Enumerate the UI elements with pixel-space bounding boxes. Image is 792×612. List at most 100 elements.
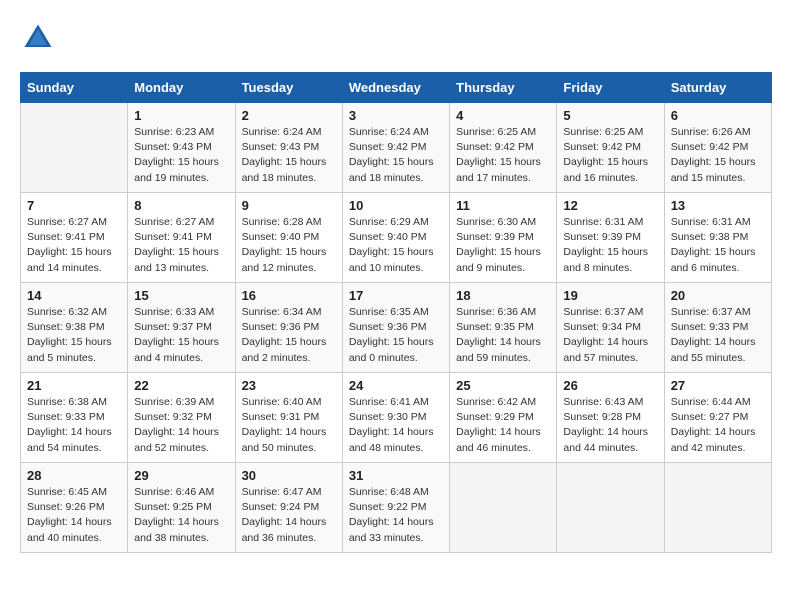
day-cell: 27Sunrise: 6:44 AM Sunset: 9:27 PM Dayli… <box>664 373 771 463</box>
day-cell: 28 Sunrise: 6:45 AM Sunset: 9:26 PM Dayli… <box>21 463 128 553</box>
day-cell <box>21 103 128 193</box>
day-info: Sunrise: 6:45 AM Sunset: 9:26 PM Dayligh… <box>27 485 121 546</box>
header-cell-friday: Friday <box>557 73 664 103</box>
day-info: Sunrise: 6:29 AM Sunset: 9:40 PM Dayligh… <box>349 215 443 276</box>
day-cell: 14 Sunrise: 6:32 AM Sunset: 9:38 PM Dayli… <box>21 283 128 373</box>
day-info: Sunrise: 6:40 AM Sunset: 9:31 PM Dayligh… <box>242 395 336 456</box>
day-info: Sunrise: 6:25 AM Sunset: 9:42 PM Dayligh… <box>563 125 657 186</box>
day-info: Sunrise: 6:42 AM Sunset: 9:29 PM Dayligh… <box>456 395 550 456</box>
header-cell-sunday: Sunday <box>21 73 128 103</box>
day-number: 10 <box>349 198 443 213</box>
day-number: 23 <box>242 378 336 393</box>
day-info: Sunrise: 6:35 AM Sunset: 9:36 PM Dayligh… <box>349 305 443 366</box>
day-number: 7 <box>27 198 121 213</box>
day-info: Sunrise: 6:23 AM Sunset: 9:43 PM Dayligh… <box>134 125 228 186</box>
day-number: 6 <box>671 108 765 123</box>
day-cell: 12Sunrise: 6:31 AM Sunset: 9:39 PM Dayli… <box>557 193 664 283</box>
day-number: 16 <box>242 288 336 303</box>
day-info: Sunrise: 6:41 AM Sunset: 9:30 PM Dayligh… <box>349 395 443 456</box>
day-cell: 30 Sunrise: 6:47 AM Sunset: 9:24 PM Dayli… <box>235 463 342 553</box>
day-info: Sunrise: 6:43 AM Sunset: 9:28 PM Dayligh… <box>563 395 657 456</box>
day-cell: 16 Sunrise: 6:34 AM Sunset: 9:36 PM Dayli… <box>235 283 342 373</box>
day-number: 3 <box>349 108 443 123</box>
day-info: Sunrise: 6:48 AM Sunset: 9:22 PM Dayligh… <box>349 485 443 546</box>
day-cell: 22 Sunrise: 6:39 AM Sunset: 9:32 PM Dayli… <box>128 373 235 463</box>
day-number: 1 <box>134 108 228 123</box>
day-info: Sunrise: 6:25 AM Sunset: 9:42 PM Dayligh… <box>456 125 550 186</box>
header-cell-monday: Monday <box>128 73 235 103</box>
day-number: 21 <box>27 378 121 393</box>
day-cell <box>450 463 557 553</box>
day-cell: 18 Sunrise: 6:36 AM Sunset: 9:35 PM Dayli… <box>450 283 557 373</box>
day-number: 27 <box>671 378 765 393</box>
day-info: Sunrise: 6:24 AM Sunset: 9:43 PM Dayligh… <box>242 125 336 186</box>
day-cell: 29Sunrise: 6:46 AM Sunset: 9:25 PM Dayli… <box>128 463 235 553</box>
day-info: Sunrise: 6:47 AM Sunset: 9:24 PM Dayligh… <box>242 485 336 546</box>
week-row-5: 28 Sunrise: 6:45 AM Sunset: 9:26 PM Dayli… <box>21 463 772 553</box>
calendar-table: SundayMondayTuesdayWednesdayThursdayFrid… <box>20 72 772 553</box>
day-info: Sunrise: 6:27 AM Sunset: 9:41 PM Dayligh… <box>27 215 121 276</box>
day-cell: 7 Sunrise: 6:27 AM Sunset: 9:41 PM Daylig… <box>21 193 128 283</box>
day-number: 22 <box>134 378 228 393</box>
day-info: Sunrise: 6:37 AM Sunset: 9:33 PM Dayligh… <box>671 305 765 366</box>
week-row-3: 14 Sunrise: 6:32 AM Sunset: 9:38 PM Dayli… <box>21 283 772 373</box>
day-number: 12 <box>563 198 657 213</box>
day-number: 28 <box>27 468 121 483</box>
page-header <box>20 20 772 56</box>
day-number: 30 <box>242 468 336 483</box>
day-info: Sunrise: 6:32 AM Sunset: 9:38 PM Dayligh… <box>27 305 121 366</box>
logo <box>20 20 62 56</box>
day-info: Sunrise: 6:26 AM Sunset: 9:42 PM Dayligh… <box>671 125 765 186</box>
day-number: 29 <box>134 468 228 483</box>
day-info: Sunrise: 6:34 AM Sunset: 9:36 PM Dayligh… <box>242 305 336 366</box>
day-number: 11 <box>456 198 550 213</box>
day-cell: 15Sunrise: 6:33 AM Sunset: 9:37 PM Dayli… <box>128 283 235 373</box>
day-cell: 8Sunrise: 6:27 AM Sunset: 9:41 PM Daylig… <box>128 193 235 283</box>
day-number: 14 <box>27 288 121 303</box>
day-cell: 20Sunrise: 6:37 AM Sunset: 9:33 PM Dayli… <box>664 283 771 373</box>
day-number: 5 <box>563 108 657 123</box>
day-info: Sunrise: 6:37 AM Sunset: 9:34 PM Dayligh… <box>563 305 657 366</box>
day-number: 24 <box>349 378 443 393</box>
day-number: 15 <box>134 288 228 303</box>
day-cell: 23 Sunrise: 6:40 AM Sunset: 9:31 PM Dayli… <box>235 373 342 463</box>
day-cell: 2 Sunrise: 6:24 AM Sunset: 9:43 PM Daylig… <box>235 103 342 193</box>
day-cell: 25 Sunrise: 6:42 AM Sunset: 9:29 PM Dayli… <box>450 373 557 463</box>
day-number: 13 <box>671 198 765 213</box>
day-info: Sunrise: 6:39 AM Sunset: 9:32 PM Dayligh… <box>134 395 228 456</box>
day-cell <box>664 463 771 553</box>
day-cell: 11 Sunrise: 6:30 AM Sunset: 9:39 PM Dayli… <box>450 193 557 283</box>
day-cell: 31 Sunrise: 6:48 AM Sunset: 9:22 PM Dayli… <box>342 463 449 553</box>
day-cell: 4Sunrise: 6:25 AM Sunset: 9:42 PM Daylig… <box>450 103 557 193</box>
header-cell-tuesday: Tuesday <box>235 73 342 103</box>
day-cell <box>557 463 664 553</box>
day-number: 9 <box>242 198 336 213</box>
day-number: 18 <box>456 288 550 303</box>
day-cell: 10 Sunrise: 6:29 AM Sunset: 9:40 PM Dayli… <box>342 193 449 283</box>
week-row-1: 1 Sunrise: 6:23 AM Sunset: 9:43 PM Daylig… <box>21 103 772 193</box>
day-cell: 1 Sunrise: 6:23 AM Sunset: 9:43 PM Daylig… <box>128 103 235 193</box>
day-cell: 26 Sunrise: 6:43 AM Sunset: 9:28 PM Dayli… <box>557 373 664 463</box>
day-cell: 13 Sunrise: 6:31 AM Sunset: 9:38 PM Dayli… <box>664 193 771 283</box>
day-info: Sunrise: 6:36 AM Sunset: 9:35 PM Dayligh… <box>456 305 550 366</box>
header-row: SundayMondayTuesdayWednesdayThursdayFrid… <box>21 73 772 103</box>
day-cell: 9Sunrise: 6:28 AM Sunset: 9:40 PM Daylig… <box>235 193 342 283</box>
day-number: 8 <box>134 198 228 213</box>
day-cell: 3 Sunrise: 6:24 AM Sunset: 9:42 PM Daylig… <box>342 103 449 193</box>
day-number: 19 <box>563 288 657 303</box>
header-cell-wednesday: Wednesday <box>342 73 449 103</box>
week-row-4: 21 Sunrise: 6:38 AM Sunset: 9:33 PM Dayli… <box>21 373 772 463</box>
day-number: 31 <box>349 468 443 483</box>
day-info: Sunrise: 6:31 AM Sunset: 9:38 PM Dayligh… <box>671 215 765 276</box>
day-info: Sunrise: 6:30 AM Sunset: 9:39 PM Dayligh… <box>456 215 550 276</box>
day-number: 2 <box>242 108 336 123</box>
day-info: Sunrise: 6:24 AM Sunset: 9:42 PM Dayligh… <box>349 125 443 186</box>
day-info: Sunrise: 6:38 AM Sunset: 9:33 PM Dayligh… <box>27 395 121 456</box>
day-number: 25 <box>456 378 550 393</box>
day-cell: 5 Sunrise: 6:25 AM Sunset: 9:42 PM Daylig… <box>557 103 664 193</box>
day-number: 26 <box>563 378 657 393</box>
logo-icon <box>20 20 56 56</box>
day-number: 17 <box>349 288 443 303</box>
day-cell: 19 Sunrise: 6:37 AM Sunset: 9:34 PM Dayli… <box>557 283 664 373</box>
day-cell: 6 Sunrise: 6:26 AM Sunset: 9:42 PM Daylig… <box>664 103 771 193</box>
